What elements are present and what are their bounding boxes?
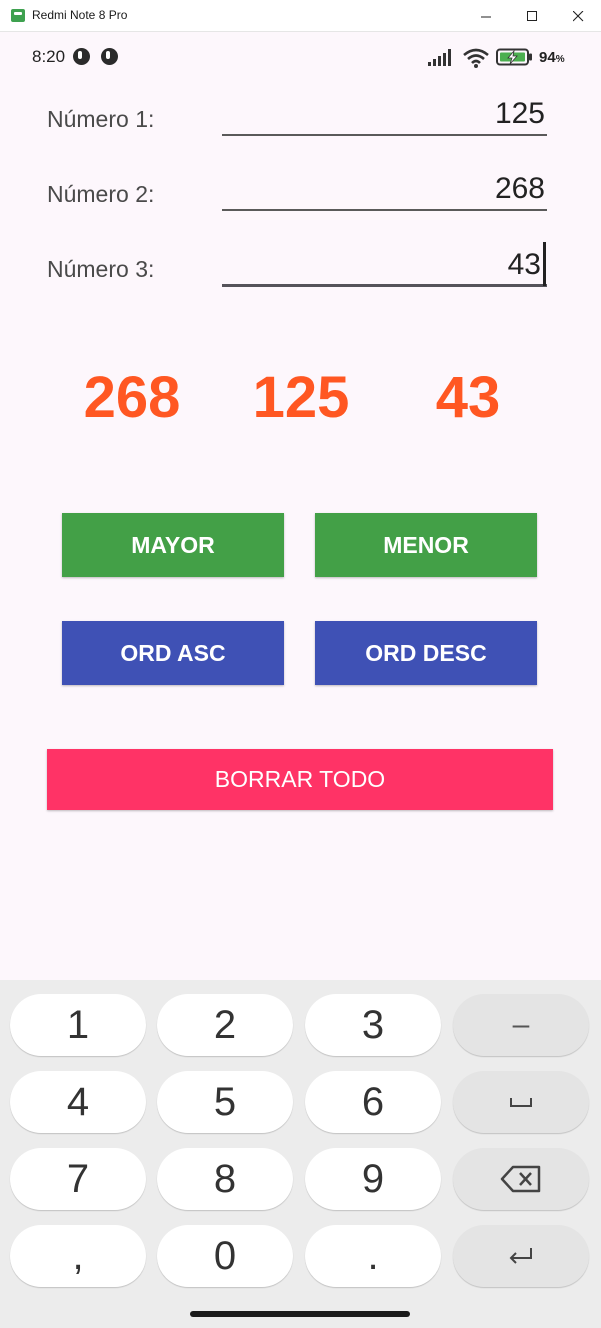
mayor-button[interactable]: MAYOR	[62, 513, 284, 577]
status-bar: 8:20 94%	[0, 32, 601, 82]
key-4[interactable]: 4	[10, 1071, 146, 1133]
key-2[interactable]: 2	[157, 994, 293, 1056]
enter-icon	[509, 1248, 532, 1264]
text-cursor	[543, 242, 546, 286]
result-value-1: 268	[83, 365, 181, 430]
borrar-todo-button[interactable]: BORRAR TODO	[47, 749, 553, 810]
numero-1-label: Número 1:	[47, 106, 155, 132]
cell-signal-icon	[428, 49, 451, 66]
key-1[interactable]: 1	[10, 994, 146, 1056]
ord-desc-button[interactable]: ORD DESC	[315, 621, 537, 685]
numeric-keyboard: 1 2 3 – 4 5 6 7 8 9 , 0 .	[0, 980, 601, 1328]
status-time: 8:20	[32, 47, 66, 66]
key-space[interactable]	[453, 1071, 589, 1133]
minimize-icon	[480, 16, 491, 17]
close-button[interactable]	[555, 0, 601, 32]
numero-3-label: Número 3:	[47, 256, 155, 282]
key-8[interactable]: 8	[157, 1148, 293, 1210]
maximize-icon	[526, 10, 537, 21]
phone-screen: 8:20 94% Número 1: Número 2: Número 3:	[0, 32, 601, 1328]
key-5[interactable]: 5	[157, 1071, 293, 1133]
key-3[interactable]: 3	[305, 994, 441, 1056]
key-enter[interactable]	[453, 1225, 589, 1287]
key-period[interactable]: .	[305, 1225, 441, 1287]
window-title: Redmi Note 8 Pro	[32, 8, 128, 22]
key-9[interactable]: 9	[305, 1148, 441, 1210]
key-7[interactable]: 7	[10, 1148, 146, 1210]
close-icon	[572, 10, 583, 21]
numero-2-label: Número 2:	[47, 181, 155, 207]
key-0[interactable]: 0	[157, 1225, 293, 1287]
minimize-button[interactable]	[463, 0, 509, 32]
battery-charging-icon	[496, 48, 532, 66]
numero-2-input[interactable]	[222, 169, 547, 211]
result-value-3: 43	[435, 365, 501, 430]
gesture-navigation-handle[interactable]	[190, 1311, 410, 1317]
key-comma[interactable]: ,	[10, 1225, 146, 1287]
backspace-icon	[500, 1165, 541, 1193]
maximize-button[interactable]	[509, 0, 555, 32]
key-minus[interactable]: –	[453, 994, 589, 1056]
menor-button[interactable]: MENOR	[315, 513, 537, 577]
key-6[interactable]: 6	[305, 1071, 441, 1133]
window-titlebar: Redmi Note 8 Pro	[0, 0, 601, 32]
android-app-icon	[11, 9, 25, 22]
wifi-icon	[463, 48, 489, 68]
numero-3-input[interactable]	[222, 245, 547, 287]
battery-percentage: 94%	[539, 49, 565, 66]
numero-1-input[interactable]	[222, 94, 547, 136]
key-backspace[interactable]	[453, 1148, 589, 1210]
ord-asc-button[interactable]: ORD ASC	[62, 621, 284, 685]
notification-icon	[101, 48, 118, 65]
space-icon	[510, 1098, 532, 1107]
notification-icon	[73, 48, 90, 65]
result-value-2: 125	[252, 365, 350, 430]
